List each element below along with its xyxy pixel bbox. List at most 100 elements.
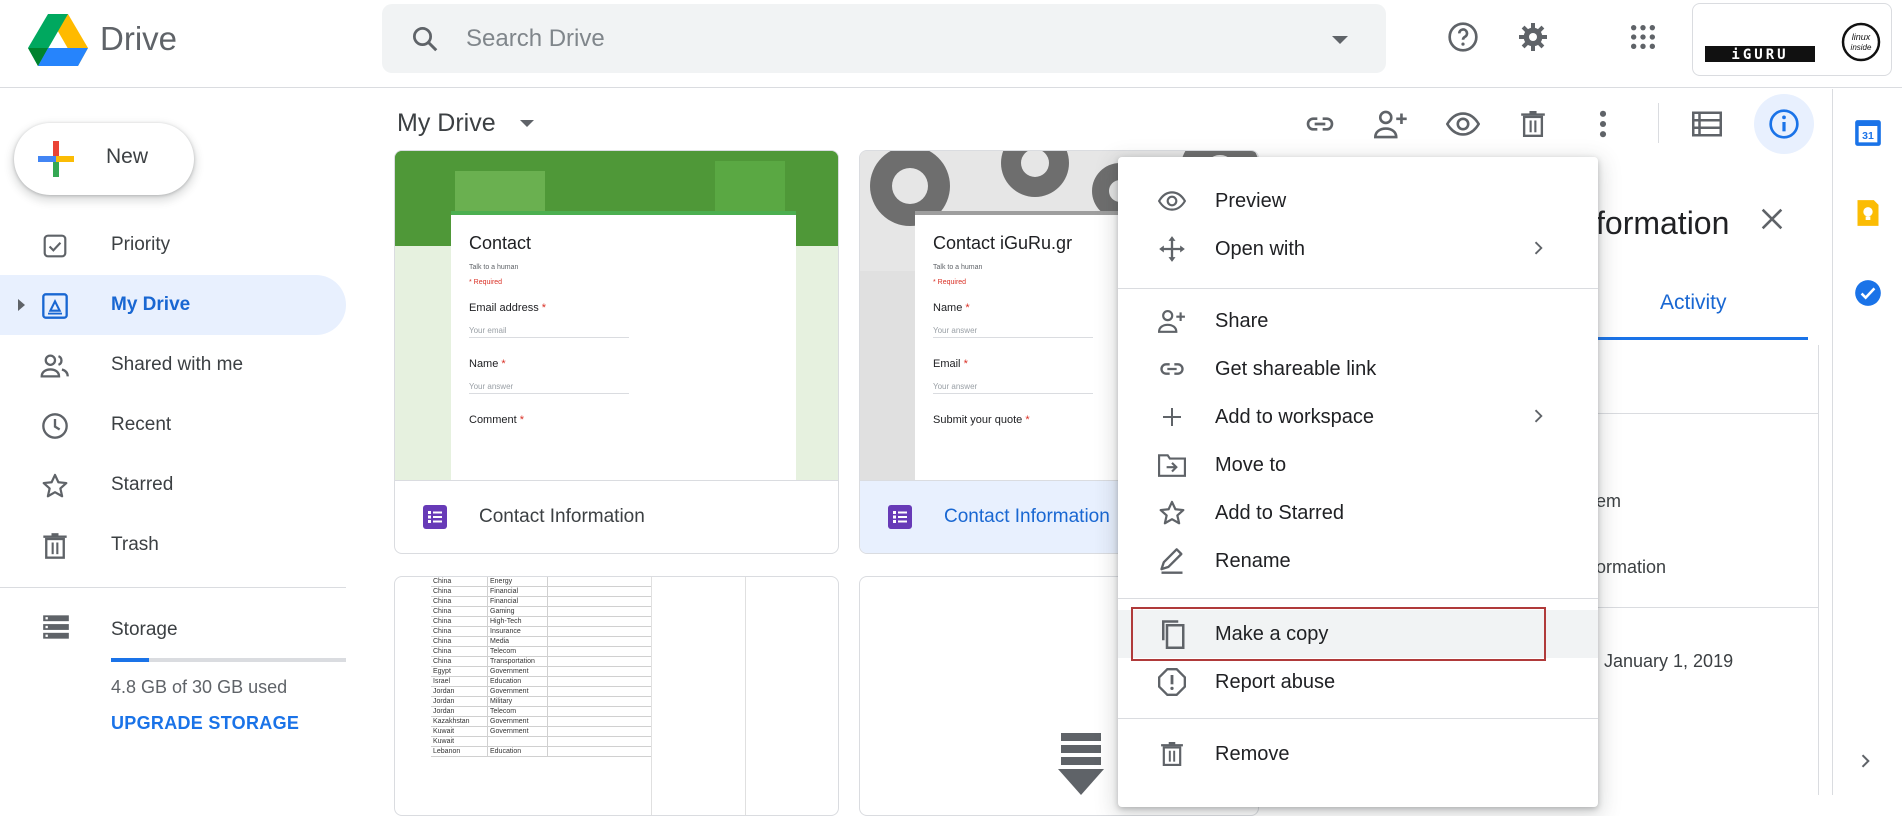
top-header: Drive iGURU linuxinside [0,0,1902,88]
spreadsheet-cell: High-Tech [488,617,548,626]
search-icon[interactable] [410,24,440,54]
spreadsheet-row: Jordan Military [431,697,651,707]
eye-icon[interactable] [1440,101,1486,147]
menu-item-preview[interactable]: Preview [1118,177,1598,225]
chevron-right-icon[interactable] [1855,751,1875,771]
app-brand: Drive [100,20,178,57]
menu-item-rename[interactable]: Rename [1118,537,1598,585]
trash-icon [40,531,70,561]
calendar-icon[interactable]: 31 [1854,119,1882,147]
menu-item-add-workspace[interactable]: Add to workspace [1118,393,1598,441]
file-card[interactable]: Contact Talk to a human * Required Email… [394,150,839,554]
sidebar-item-label: Priority [111,234,171,255]
add-person-icon [1158,307,1186,335]
menu-item-label: Report abuse [1215,671,1336,693]
form-thumbnail: Contact Talk to a human * Required Email… [395,151,838,481]
menu-item-share[interactable]: Share [1118,297,1598,345]
more-vert-icon[interactable] [1580,101,1626,147]
spreadsheet-cell: Insurance [488,627,548,636]
menu-item-label: Get shareable link [1215,358,1377,380]
details-scroll-rule [1818,345,1819,795]
menu-item-remove[interactable]: Remove [1118,730,1598,778]
details-panel: formation Activity em ormation January 1… [1596,159,1830,795]
sidebar-item-label: Recent [111,414,172,435]
spreadsheet-row: Egypt Government [431,667,651,677]
drive-logo-icon[interactable] [28,14,88,66]
svg-text:inside: inside [1851,43,1872,52]
spreadsheet-row: Kazakhstan Government [431,717,651,727]
form-answer-placeholder: Your answer [933,326,1093,338]
menu-item-label: Remove [1215,743,1290,765]
menu-item-label: Open with [1215,238,1306,260]
expand-arrow-icon[interactable] [18,299,25,311]
form-preview: Contact Talk to a human * Required Email… [451,211,796,481]
add-person-icon[interactable] [1368,101,1414,147]
sidebar-item-recent[interactable]: Recent [0,395,346,455]
spreadsheet-cell: China [431,647,488,656]
new-button-label: New [106,145,149,168]
menu-item-label: Move to [1215,454,1287,476]
spreadsheet-cell: Government [488,727,548,736]
star-icon [40,471,70,501]
sidebar-item-label: Trash [111,534,159,555]
tasks-icon[interactable] [1854,279,1882,307]
new-button[interactable]: New [14,123,194,195]
form-field-label: Name [469,358,499,370]
form-field-label: Comment [469,414,517,426]
sidebar-item-label: Starred [111,474,174,495]
spreadsheet-row: China Financial [431,587,651,597]
keep-icon[interactable] [1854,199,1882,227]
move-arrows-icon [1158,235,1186,263]
sidebar-item-shared[interactable]: Shared with me [0,335,346,395]
help-icon[interactable] [1442,16,1484,58]
menu-divider [1118,288,1598,289]
list-view-icon[interactable] [1684,101,1730,147]
spreadsheet-cell: Israel [431,677,488,686]
menu-item-report-abuse[interactable]: Report abuse [1118,658,1598,706]
upgrade-storage-link[interactable]: UPGRADE STORAGE [111,713,299,734]
search-input[interactable] [466,22,1246,56]
google-forms-icon [888,505,912,529]
link-icon[interactable] [1297,101,1343,147]
menu-item-label: Rename [1215,550,1291,572]
priority-checkbox-icon [40,231,70,261]
title-dropdown-caret-icon[interactable] [520,120,534,127]
search-bar[interactable] [382,4,1386,73]
trash-icon[interactable] [1510,101,1556,147]
file-card[interactable]: China Energy China Financial China Financial C… [394,576,839,816]
menu-item-move-to[interactable]: Move to [1118,441,1598,489]
pencil-icon [1158,547,1186,575]
details-divider [1596,413,1818,414]
search-options-caret-icon[interactable] [1332,36,1348,44]
svg-text:linux: linux [1852,32,1871,42]
spreadsheet-row: China Financial [431,597,651,607]
sidebar-item-starred[interactable]: Starred [0,455,346,515]
spreadsheet-row: Kuwait Government [431,727,651,737]
menu-item-label: Add to Starred [1215,502,1344,524]
spreadsheet-cell: Telecom [488,707,548,716]
chevron-right-icon [1528,406,1548,426]
apps-grid-icon[interactable] [1622,16,1664,58]
storage-label[interactable]: Storage [111,619,178,641]
menu-item-get-link[interactable]: Get shareable link [1118,345,1598,393]
page-title[interactable]: My Drive [397,109,496,138]
active-tab-indicator [1596,337,1808,340]
sidebar-item-trash[interactable]: Trash [0,515,346,575]
account-avatar[interactable]: iGURU linux inside [1692,3,1892,76]
spreadsheet-cell: China [431,597,488,606]
clock-icon [40,411,70,441]
sidebar-item-priority[interactable]: Priority [0,215,346,275]
close-icon[interactable] [1758,205,1786,233]
spreadsheet-row: China High-Tech [431,617,651,627]
menu-item-label: Preview [1215,190,1287,212]
storage-progress-fill [111,658,149,662]
form-answer-placeholder: Your answer [469,382,629,394]
info-icon[interactable] [1754,94,1814,154]
form-field-label: Submit your quote [933,414,1023,426]
tab-activity[interactable]: Activity [1660,291,1727,315]
download-arrow-icon [1058,733,1104,797]
menu-item-open-with[interactable]: Open with [1118,225,1598,273]
menu-item-add-starred[interactable]: Add to Starred [1118,489,1598,537]
settings-gear-icon[interactable] [1512,16,1554,58]
sidebar-item-my-drive[interactable]: My Drive [0,275,346,335]
